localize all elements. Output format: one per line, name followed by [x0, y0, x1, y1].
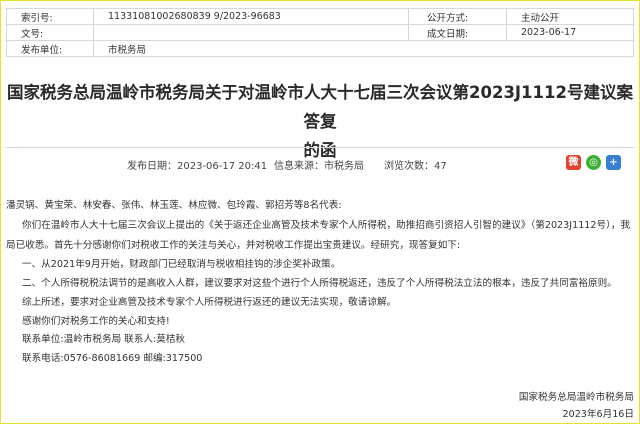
signature-date: 2023年6月16日 [562, 409, 634, 420]
doc-no-label: 文号: [6, 24, 94, 41]
index-label: 索引号: [6, 8, 94, 25]
publisher-label: 发布单位: [6, 40, 94, 57]
document-title: 国家税务总局温岭市税务局关于对温岭市人大十七届三次会议第2023J1112号建议… [0, 78, 640, 165]
publish-date: 发布日期：2023-06-17 20:41 [127, 161, 268, 172]
body-paragraph-1a: 你们在温岭市人大十七届三次会议上提出的《关于返还企业高管及技术专家个人所得税，助… [22, 220, 631, 231]
created-date-value: 2023-06-17 [506, 24, 634, 41]
weibo-icon[interactable]: 微 [566, 155, 581, 170]
body-paragraph-5: 感谢你们对税务工作的关心和支持! [22, 316, 170, 327]
body-phone: 联系电话:0576-86081669 邮编:317500 [22, 353, 203, 364]
metadata-table: 索引号: 11331081002680839 9/2023-96683 公开方式… [6, 8, 634, 57]
signature-org: 国家税务总局温岭市税务局 [518, 392, 634, 403]
more-share-icon[interactable]: + [606, 155, 621, 170]
title-divider [6, 147, 634, 148]
view-count: 浏览次数：47 [384, 161, 447, 172]
public-mode-value: 主动公开 [506, 8, 634, 25]
body-paragraph-2: 一、从2021年9月开始，财政部门已经取消与税收相挂钩的涉企奖补政策。 [22, 259, 341, 270]
body-contact: 联系单位:温岭市税务局 联系人:莫桔秋 [22, 334, 186, 345]
index-value: 11331081002680839 9/2023-96683 [93, 8, 409, 25]
title-line-1: 国家税务总局温岭市税务局关于对温岭市人大十七届三次会议第2023J1112号建议… [7, 83, 633, 131]
body-paragraph-3: 二、个人所得税税法调节的是高收入人群，建议要求对这些个进行个人所得税返还，违反了… [22, 278, 617, 289]
info-source: 信息来源：市税务局 [274, 161, 364, 172]
wechat-icon[interactable]: ◎ [586, 155, 601, 170]
body-paragraph-1b: 局已收悉。首先十分感谢你们对税收工作的关注与关心，并对税收工作提出宝贵建议。经研… [6, 240, 461, 251]
body-salutation: 潘灵锅、黄宝荣、林安春、张伟、林玉莲、林应微、包玲霞、郭招芳等8名代表: [6, 200, 342, 211]
body-paragraph-4: 综上所述，要求对企业高管及技术专家个人所得税进行返还的建议无法实现，敬请谅解。 [22, 297, 397, 308]
doc-no-value [93, 24, 409, 41]
publisher-value: 市税务局 [93, 40, 634, 57]
public-mode-label: 公开方式: [408, 8, 507, 25]
created-date-label: 成文日期: [408, 24, 507, 41]
